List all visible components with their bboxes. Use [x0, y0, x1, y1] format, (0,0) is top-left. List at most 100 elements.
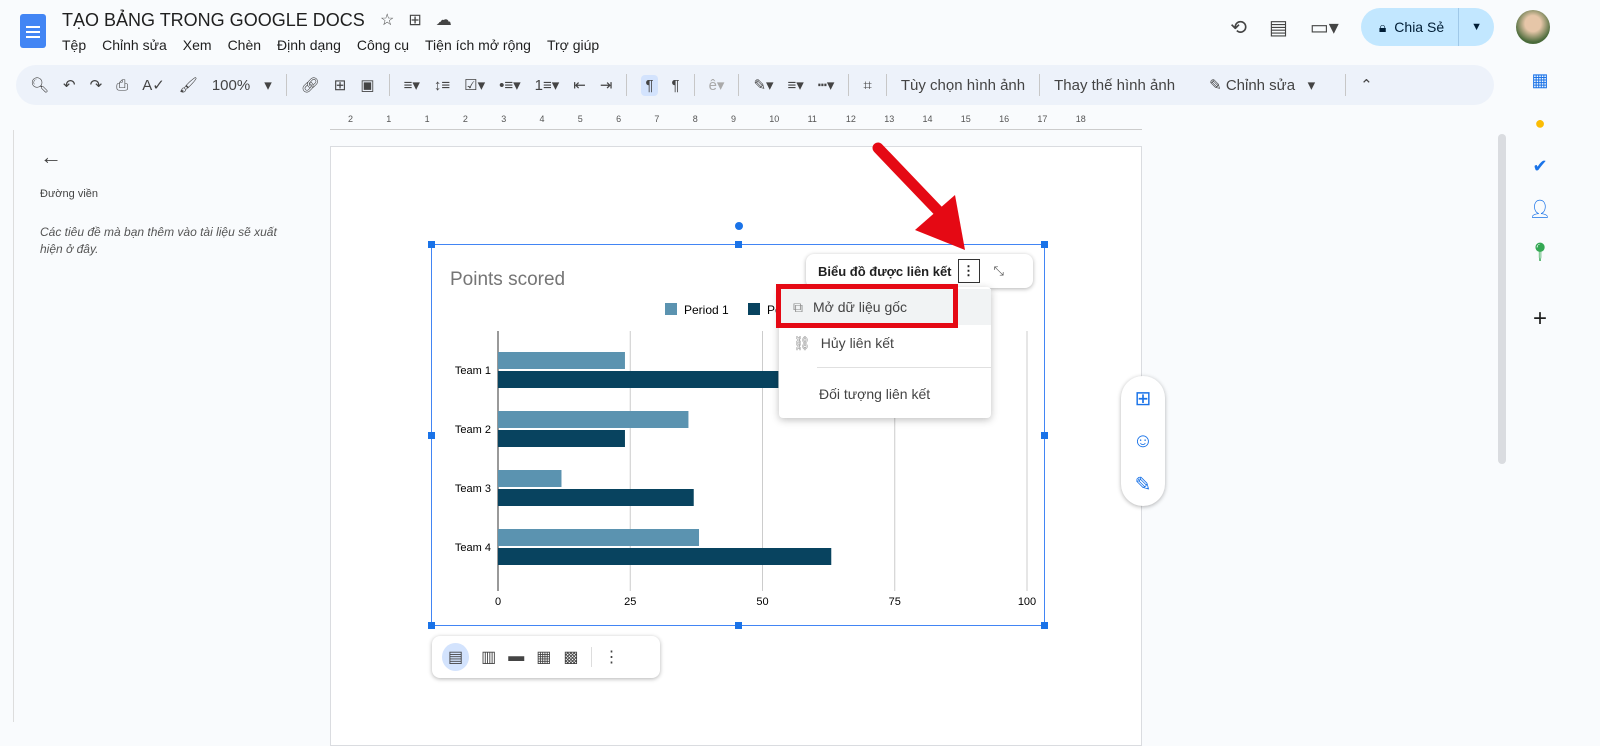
docs-logo[interactable] [20, 14, 46, 48]
lock-icon: 🔒︎ [1378, 18, 1387, 35]
ruler-label: 18 [1075, 114, 1086, 124]
star-icon[interactable]: ☆ [380, 10, 394, 30]
x-tick-label: 0 [495, 596, 501, 608]
share-label: Chia Sẻ [1394, 19, 1445, 35]
decrease-indent-icon[interactable]: ⇤ [573, 76, 586, 94]
break-text-icon[interactable]: ▬ [508, 648, 524, 666]
increase-indent-icon[interactable]: ⇥ [600, 76, 613, 94]
menu-format[interactable]: Định dạng [277, 37, 341, 53]
paint-format-icon[interactable]: 🖌︎ [179, 76, 198, 94]
menu-item-unlink[interactable]: ⛓ Hủy liên kết [779, 325, 991, 361]
collapse-toolbar-icon[interactable]: ⌃ [1360, 76, 1373, 94]
undo-icon[interactable]: ↶ [63, 76, 76, 94]
ruler-label: 8 [692, 114, 698, 124]
more-icon[interactable]: ⋮ [590, 647, 620, 667]
floating-actions: ⊞ ☺ ✎ [1121, 376, 1165, 506]
wrap-text-icon[interactable]: ▥ [481, 647, 496, 667]
ruler-label: 15 [960, 114, 971, 124]
ruler-label: 3 [501, 114, 507, 124]
ruler-label: 4 [539, 114, 545, 124]
legend-swatch-period1 [665, 303, 677, 315]
bullet-list-icon[interactable]: •≡▾ [499, 76, 521, 94]
cloud-saved-icon[interactable]: ☁ [436, 10, 452, 30]
menu-tools[interactable]: Công cụ [357, 37, 409, 53]
ruler-label: 11 [807, 114, 817, 124]
add-comment-icon[interactable]: ⊞ [1135, 386, 1152, 411]
x-tick-label: 50 [756, 596, 768, 608]
numbered-list-icon[interactable]: 1≡▾ [535, 76, 560, 94]
edit-mode-button[interactable]: ✎ Chỉnh sửa ▾ [1209, 76, 1315, 94]
contacts-icon[interactable]: 👤︎ [1529, 199, 1552, 220]
redo-icon[interactable]: ↷ [90, 76, 103, 94]
legend-swatch-period2 [748, 303, 760, 315]
vertical-ruler[interactable] [0, 130, 14, 722]
menu-view[interactable]: Xem [183, 37, 212, 53]
inline-icon[interactable]: ▤ [442, 643, 470, 671]
category-label: Team 2 [455, 424, 491, 436]
keep-icon[interactable]: ● [1535, 113, 1546, 134]
emoji-reaction-icon[interactable]: ☺ [1133, 430, 1153, 453]
add-comment-icon[interactable]: ⊞ [334, 76, 347, 94]
menu-extensions[interactable]: Tiện ích mở rộng [425, 37, 531, 53]
ruler-label: 5 [577, 114, 583, 124]
ruler-label: 1 [424, 114, 430, 124]
ltr-icon[interactable]: ¶ [641, 74, 658, 96]
link-icon[interactable]: 🔗︎ [301, 76, 320, 94]
behind-text-icon[interactable]: ▦ [536, 647, 551, 667]
share-button[interactable]: 🔒︎ Chia Sẻ ▼ [1360, 8, 1494, 46]
legend-period1: Period 1 [684, 303, 729, 317]
ruler-label: 7 [654, 114, 660, 124]
linked-chart-label: Biểu đồ được liên kết [818, 263, 952, 279]
checklist-icon[interactable]: ☑▾ [464, 76, 485, 94]
horizontal-ruler[interactable]: 2 1 1 2 3 4 5 6 7 8 9 10 11 12 13 14 15 16 17 18 [330, 112, 1142, 130]
border-weight-icon[interactable]: ≡▾ [788, 76, 804, 94]
category-label: Team 4 [455, 542, 491, 554]
crop-icon[interactable]: ⌗ [863, 77, 871, 94]
add-addon-icon[interactable]: + [1533, 305, 1547, 333]
bar-period2-team2 [498, 430, 625, 447]
menu-help[interactable]: Trợ giúp [547, 37, 599, 53]
insert-image-icon[interactable]: ▣ [360, 76, 374, 94]
edit-mode-label: Chỉnh sửa [1225, 77, 1296, 94]
comments-icon[interactable]: ▤ [1269, 15, 1288, 40]
maps-icon[interactable]: 📍︎ [1529, 242, 1552, 263]
search-icon[interactable]: 🔍︎ [30, 76, 49, 94]
collapse-icon[interactable]: ⤡ [994, 263, 1004, 279]
replace-image-button[interactable]: Thay thế hình ảnh [1054, 77, 1175, 94]
category-label: Team 1 [455, 365, 491, 377]
tasks-icon[interactable]: ✔ [1532, 156, 1547, 177]
menu-insert[interactable]: Chèn [228, 37, 261, 53]
suggest-edit-icon[interactable]: ✎ [1135, 472, 1152, 497]
zoom-select[interactable]: 100% [212, 77, 250, 94]
in-front-text-icon[interactable]: ▩ [563, 647, 578, 667]
history-icon[interactable]: ⟲ [1230, 15, 1247, 40]
menu-divider [817, 367, 991, 368]
bar-period1-team1 [498, 352, 625, 369]
highlight-icon[interactable]: ê▾ [709, 76, 725, 94]
back-arrow-icon[interactable]: ← [40, 144, 62, 170]
print-icon[interactable]: ⎙ [116, 77, 128, 94]
rotate-handle[interactable] [735, 222, 743, 230]
outline-heading: Đường viền [40, 188, 98, 200]
bar-period1-team4 [498, 529, 700, 546]
menu-file[interactable]: Tệp [62, 37, 86, 53]
calendar-icon[interactable]: ▦ [1531, 70, 1548, 91]
share-dropdown[interactable]: ▼ [1459, 21, 1494, 33]
rtl-icon[interactable]: ¶ [672, 77, 680, 94]
border-color-icon[interactable]: ✎▾ [753, 76, 773, 94]
document-title[interactable]: TẠO BẢNG TRONG GOOGLE DOCS [62, 10, 365, 31]
image-options-button[interactable]: Tùy chọn hình ảnh [901, 77, 1025, 94]
align-icon[interactable]: ≡▾ [404, 76, 420, 94]
move-folder-icon[interactable]: ⊞ [408, 10, 421, 30]
spellcheck-icon[interactable]: A✓ [142, 76, 165, 94]
border-dash-icon[interactable]: ┅▾ [818, 76, 835, 94]
toolbar: 🔍︎ ↶ ↷ ⎙ A✓ 🖌︎ 100% ▾ 🔗︎ ⊞ ▣ ≡▾ ↕≡ ☑▾ •≡▾… [16, 65, 1494, 105]
scrollbar[interactable] [1498, 134, 1506, 464]
menu-edit[interactable]: Chỉnh sửa [102, 37, 167, 53]
more-options-icon[interactable]: ⋮ [957, 259, 980, 283]
avatar[interactable] [1516, 10, 1550, 44]
meet-icon[interactable]: ▭▾ [1310, 15, 1339, 40]
ruler-label: 17 [1037, 114, 1048, 124]
menu-item-linked-objects[interactable]: Đối tượng liên kết [779, 376, 991, 412]
line-spacing-icon[interactable]: ↕≡ [434, 77, 450, 94]
